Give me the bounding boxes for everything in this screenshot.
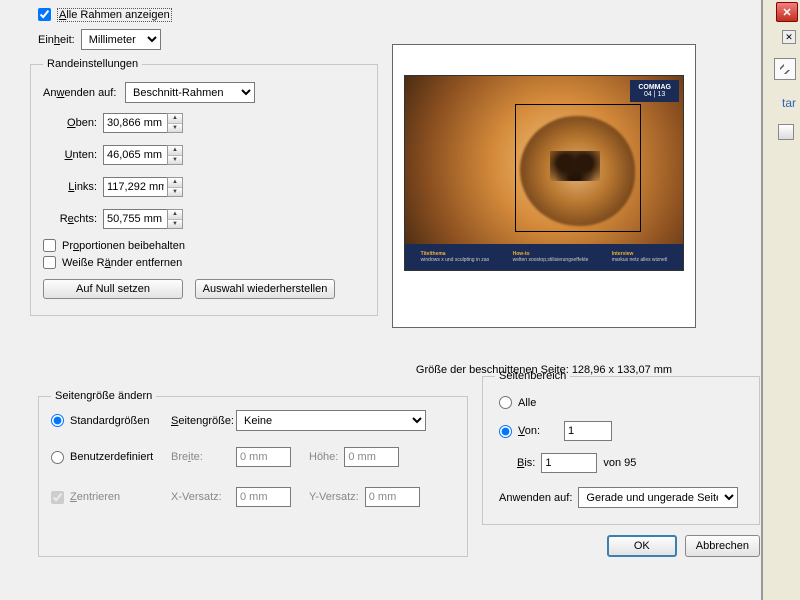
range-from-label: Von: [518,425,540,437]
window-close-button[interactable]: ✕ [776,2,798,22]
margin-left-spinner[interactable]: ▲▼ [167,177,183,197]
right-panel-strip: ✕ ✕ tar [762,0,800,600]
magazine-footer: Titelthemawindows x und sculpting in zao… [405,244,683,270]
range-apply-select[interactable]: Gerade und ungerade Seiten [578,487,738,508]
yoffset-label: Y-Versatz: [309,491,359,503]
pagesize-label: Seitengröße: [171,415,236,427]
document-icon[interactable] [778,124,794,140]
reset-to-zero-button[interactable]: Auf Null setzen [43,279,183,299]
margin-bottom-spinner[interactable]: ▲▼ [167,145,183,165]
unit-label: Einheit: [38,34,75,46]
margin-right-input[interactable] [103,209,168,229]
constrain-proportions-checkbox[interactable] [43,239,56,252]
margin-top-input[interactable] [103,113,168,133]
standard-sizes-label: Standardgrößen [70,415,150,427]
apply-to-label: Anwenden auf: [43,87,119,99]
restore-selection-button[interactable]: Auswahl wiederherstellen [195,279,335,299]
range-of-label: von 95 [603,457,636,469]
range-to-input[interactable] [541,453,597,473]
margin-left-input[interactable] [103,177,168,197]
range-all-label: Alle [518,397,536,409]
xoffset-input [236,487,291,507]
margin-bottom-input[interactable] [103,145,168,165]
height-label: Höhe: [309,451,338,463]
show-all-frames-checkbox[interactable] [38,8,51,21]
range-all-radio[interactable] [499,396,512,409]
custom-size-label: Benutzerdefiniert [70,451,153,463]
height-input [344,447,399,467]
preview-image: COMMAG 04 | 13 Titelthemawindows x und s… [404,75,684,271]
xoffset-label: X-Versatz: [171,491,236,503]
magazine-badge: COMMAG 04 | 13 [630,80,679,102]
unit-select[interactable]: Millimeter [81,29,161,50]
apply-to-select[interactable]: Beschnitt-Rahmen [125,82,255,103]
standard-sizes-radio[interactable] [51,414,64,427]
crop-rectangle [515,104,641,232]
center-label: Zentrieren [70,491,120,503]
width-label: Breite: [171,451,236,463]
margin-top-label: Oben: [43,117,103,129]
constrain-proportions-label: Proportionen beibehalten [62,240,185,252]
pagerange-legend: Seitenbereich [495,370,570,382]
margins-legend: Randeinstellungen [43,58,142,70]
ok-button[interactable]: OK [607,535,677,557]
cancel-button[interactable]: Abbrechen [685,535,760,557]
range-apply-label: Anwenden auf: [499,492,572,504]
yoffset-input [365,487,420,507]
range-from-radio[interactable] [499,425,512,438]
margin-left-label: Links: [43,181,103,193]
margin-bottom-label: Unten: [43,149,103,161]
width-input [236,447,291,467]
margin-top-spinner[interactable]: ▲▼ [167,113,183,133]
custom-size-radio[interactable] [51,451,64,464]
show-all-frames-label: Alle Rahmen anzeigen [57,9,172,21]
pagesize-legend: Seitengröße ändern [51,390,156,402]
range-to-label: Bis: [517,457,535,469]
truncated-text: tar [782,96,796,110]
panel-close-icon[interactable]: ✕ [782,30,796,44]
expand-icon[interactable] [774,58,796,80]
remove-white-label: Weiße Ränder entfernen [62,257,182,269]
range-from-input[interactable] [564,421,612,441]
margin-right-spinner[interactable]: ▲▼ [167,209,183,229]
center-checkbox [51,491,64,504]
pagesize-select[interactable]: Keine [236,410,426,431]
margin-right-label: Rechts: [43,213,103,225]
preview-frame: COMMAG 04 | 13 Titelthemawindows x und s… [392,44,696,328]
remove-white-checkbox[interactable] [43,256,56,269]
